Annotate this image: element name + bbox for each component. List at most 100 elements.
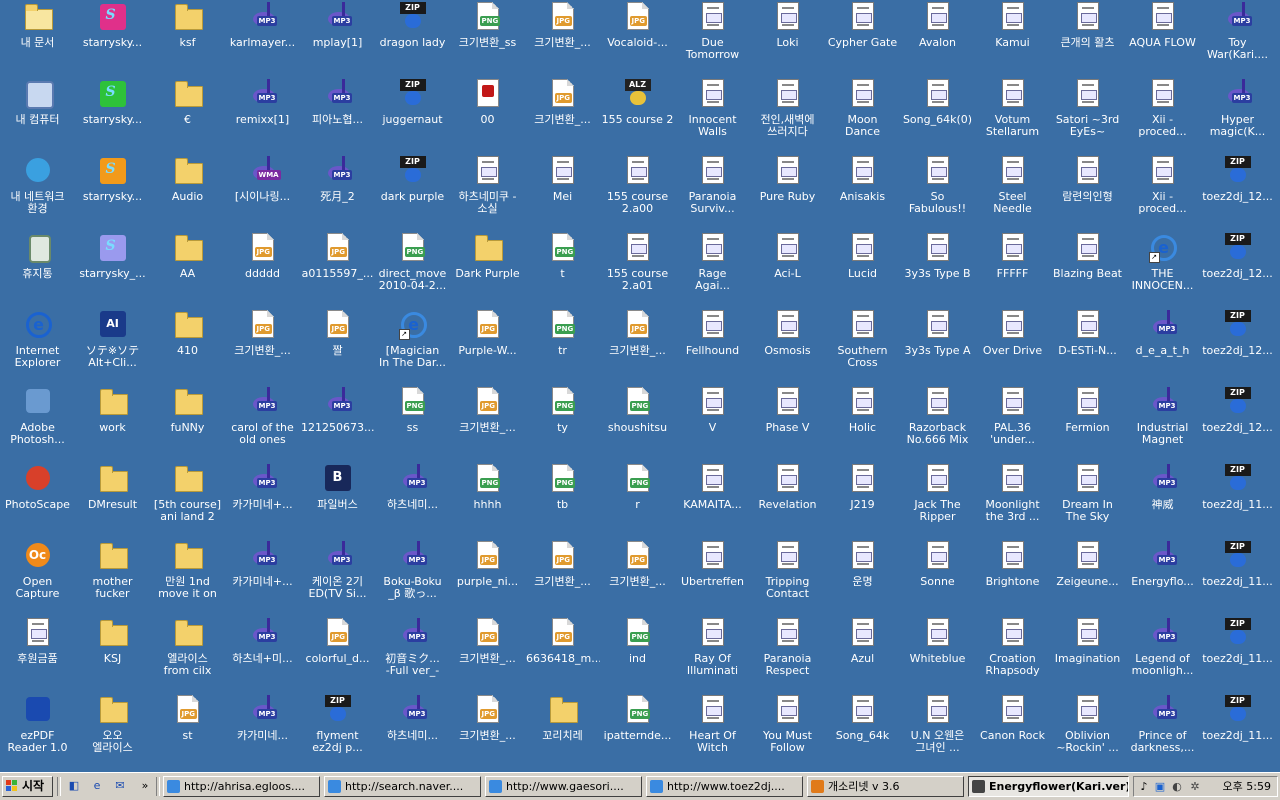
desktop-icon-item[interactable]: ZIP flyment ez2dj p... — [300, 693, 375, 770]
desktop-icon-item[interactable]: Ray Of Illuminati — [675, 616, 750, 693]
desktop-icon-item[interactable]: PNG shoushitsu — [600, 385, 675, 462]
desktop-icon-item[interactable]: JPG a0115597_... — [300, 231, 375, 308]
desktop-icon-item[interactable]: You Must Follow — [750, 693, 825, 770]
desktop-icon-item[interactable]: MP3 remixx[1] — [225, 77, 300, 154]
desktop-icon-item[interactable]: 만원 1nd move it on — [150, 539, 225, 616]
desktop-icon-item[interactable]: Tripping Contact — [750, 539, 825, 616]
desktop-icon-item[interactable]: ZIP toez2dj_12... — [1200, 385, 1275, 462]
desktop-icon-item[interactable]: Xii - proced... — [1125, 77, 1200, 154]
desktop-icon-item[interactable]: JPG 크기변환_... — [450, 385, 525, 462]
desktop-icon-item[interactable]: Loki — [750, 0, 825, 77]
desktop-icon-item[interactable]: 하츠네미쿠 - 소실 — [450, 154, 525, 231]
desktop-icon-item[interactable]: ZIP toez2dj_11... — [1200, 462, 1275, 539]
desktop-icon-item[interactable]: ZIP toez2dj_12... — [1200, 154, 1275, 231]
desktop-icon-item[interactable]: PNG direct_move 2010-04-2... — [375, 231, 450, 308]
desktop-icon-item[interactable]: J219 — [825, 462, 900, 539]
desktop-icon-item[interactable]: MP3 카가미네... — [225, 693, 300, 770]
desktop-icon-item[interactable]: V — [675, 385, 750, 462]
quicklaunch-more-button[interactable]: » — [137, 778, 153, 794]
desktop-icon-item[interactable]: Paranoia Surviv... — [675, 154, 750, 231]
desktop-icon-item[interactable]: Revelation — [750, 462, 825, 539]
desktop-icon-item[interactable]: JPG 크기변환_... — [600, 308, 675, 385]
desktop-icon-item[interactable]: JPG Vocaloid-... — [600, 0, 675, 77]
desktop-icon-item[interactable]: Pure Ruby — [750, 154, 825, 231]
desktop-icon-item[interactable]: Oblivion ~Rockin' ... — [1050, 693, 1125, 770]
desktop-icon-item[interactable]: mother fucker — [75, 539, 150, 616]
start-button[interactable]: 시작 — [2, 776, 53, 797]
desktop-icon-item[interactable]: JPG purple_ni... — [450, 539, 525, 616]
desktop-icon-item[interactable]: starrysky... — [75, 154, 150, 231]
desktop-icon-item[interactable]: JPG 크기변환_... — [525, 77, 600, 154]
desktop-icon-item[interactable]: MP3 karlmayer... — [225, 0, 300, 77]
desktop-icon-item[interactable]: Croation Rhapsody — [975, 616, 1050, 693]
desktop-icon-item[interactable]: JPG 크기변환_... — [525, 0, 600, 77]
desktop-icon-item[interactable]: Canon Rock — [975, 693, 1050, 770]
desktop-icon-item[interactable]: Whiteblue — [900, 616, 975, 693]
taskbar-button[interactable]: http://ahrisa.egloos.... — [163, 776, 320, 797]
desktop-icon-item[interactable]: PNG hhhh — [450, 462, 525, 539]
desktop-icon-item[interactable]: Lucid — [825, 231, 900, 308]
music-note-icon[interactable]: ♪ — [1137, 780, 1151, 794]
desktop-icon-item[interactable]: ALZ 155 course 2 — [600, 77, 675, 154]
desktop-icon-item[interactable]: MP3 Toy War(Kari.... — [1200, 0, 1275, 77]
desktop-icon-item[interactable]: MP3 d_e_a_t_h — [1125, 308, 1200, 385]
desktop-icon-item[interactable]: KAMAITA... — [675, 462, 750, 539]
desktop-icon-item[interactable]: ZIP dragon lady — [375, 0, 450, 77]
desktop-icon-item[interactable]: Audio — [150, 154, 225, 231]
desktop-icon-item[interactable]: MP3 121250673... — [300, 385, 375, 462]
desktop-icon-item[interactable]: Steel Needle — [975, 154, 1050, 231]
desktop-icon-item[interactable]: work — [75, 385, 150, 462]
desktop-icon-item[interactable]: 엘라이스 from cilx — [150, 616, 225, 693]
volume-icon[interactable]: ◐ — [1170, 780, 1184, 794]
desktop-icon-item[interactable]: PNG ty — [525, 385, 600, 462]
desktop-icon-item[interactable]: Zeigeune... — [1050, 539, 1125, 616]
desktop-icon-item[interactable]: Fermion — [1050, 385, 1125, 462]
desktop-icon-item[interactable]: ZIP toez2dj_11... — [1200, 539, 1275, 616]
desktop-icon-item[interactable]: Fellhound — [675, 308, 750, 385]
taskbar-button[interactable]: http://search.naver.... — [324, 776, 481, 797]
ie-quicklaunch-icon[interactable]: e — [89, 778, 105, 794]
desktop-icon-item[interactable]: MP3 Energyflo... — [1125, 539, 1200, 616]
desktop-icon-item[interactable]: Azul — [825, 616, 900, 693]
desktop-icon-item[interactable]: JPG 크기변환_... — [450, 616, 525, 693]
desktop-icon-item[interactable]: MP3 피아노협... — [300, 77, 375, 154]
desktop-icon-item[interactable]: MP3 카가미네+... — [225, 539, 300, 616]
desktop-icon-item[interactable]: MP3 하츠네+미... — [225, 616, 300, 693]
desktop-icon-item[interactable]: Sonne — [900, 539, 975, 616]
desktop-icon-item[interactable]: MP3 Industrial Magnet — [1125, 385, 1200, 462]
desktop-icon-item[interactable]: Dream In The Sky — [1050, 462, 1125, 539]
desktop-icon-item[interactable]: PNG t — [525, 231, 600, 308]
desktop-icon-item[interactable]: FFFFF — [975, 231, 1050, 308]
desktop-icon-item[interactable]: Over Drive — [975, 308, 1050, 385]
desktop-icon-item[interactable]: starrysky_... — [75, 231, 150, 308]
desktop-icon-item[interactable]: MP3 死月_2 — [300, 154, 375, 231]
desktop-icon-item[interactable]: Southern Cross — [825, 308, 900, 385]
desktop-icon-item[interactable]: ZIP toez2dj_12... — [1200, 308, 1275, 385]
desktop-icon-item[interactable]: Innocent Walls — [675, 77, 750, 154]
desktop-icon-item[interactable]: MP3 神威 — [1125, 462, 1200, 539]
desktop-icon-item[interactable]: B 파일버스 — [300, 462, 375, 539]
desktop-icon-item[interactable]: Kamui — [975, 0, 1050, 77]
taskbar-button[interactable]: http://www.gaesori.... — [485, 776, 642, 797]
desktop-icon-item[interactable]: MP3 初音ミク... -Full ver_- — [375, 616, 450, 693]
desktop-icon-item[interactable]: Xii - proced... — [1125, 154, 1200, 231]
desktop-icon-item[interactable]: Satori ~3rd EyEs~ — [1050, 77, 1125, 154]
desktop-icon-item[interactable]: ZIP toez2dj_11... — [1200, 616, 1275, 693]
desktop-icon-item[interactable]: 오오 엘라이스 — [75, 693, 150, 770]
desktop-icon-item[interactable]: JPG 크기변환_... — [450, 693, 525, 770]
desktop-icon-item[interactable]: 00 — [450, 77, 525, 154]
desktop-icon-item[interactable]: JPG 6636418_m... — [525, 616, 600, 693]
desktop-icon-item[interactable]: Brightone — [975, 539, 1050, 616]
desktop-icon-item[interactable]: Adobe Photosh... — [0, 385, 75, 462]
desktop-icon-item[interactable]: PNG ss — [375, 385, 450, 462]
outlook-quicklaunch-icon[interactable]: ✉ — [112, 778, 128, 794]
desktop-icon-item[interactable]: Heart Of Witch — [675, 693, 750, 770]
desktop-icon-item[interactable]: fuNNy — [150, 385, 225, 462]
desktop-icon-item[interactable]: ZIP toez2dj_12... — [1200, 231, 1275, 308]
desktop-icon-item[interactable]: 후원금품 — [0, 616, 75, 693]
desktop-icon-item[interactable]: So Fabulous!! — [900, 154, 975, 231]
desktop-icon-item[interactable]: MP3 하츠네미... — [375, 693, 450, 770]
desktop-icon-item[interactable]: Imagination — [1050, 616, 1125, 693]
desktop-icon-item[interactable]: 155 course 2.a00 — [600, 154, 675, 231]
desktop-icon-item[interactable]: starrysky... — [75, 77, 150, 154]
